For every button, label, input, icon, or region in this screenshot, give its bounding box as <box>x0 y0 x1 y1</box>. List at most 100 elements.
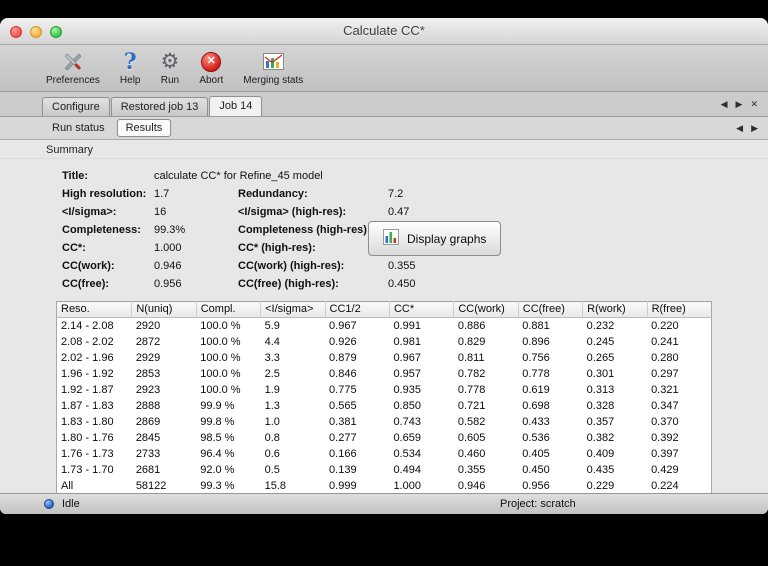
help-button[interactable]: ? Help <box>118 47 143 91</box>
column-header[interactable]: N(uniq) <box>131 301 197 318</box>
preferences-label: Preferences <box>46 75 100 86</box>
column-header[interactable]: CC* <box>389 301 455 318</box>
merging-stats-label: Merging stats <box>243 75 304 86</box>
table-cell: 99.3 % <box>200 480 235 492</box>
table-cell: 0.435 <box>586 464 615 476</box>
subtab-back-icon[interactable]: ◀ <box>736 123 743 134</box>
merging-stats-button[interactable]: Merging stats <box>241 47 305 91</box>
preferences-icon <box>61 48 85 75</box>
cc-work-label: CC(work): <box>62 260 115 272</box>
table-cell: 2.08 - 2.02 <box>61 336 114 348</box>
summary-row: High resolution: 1.7 Redundancy: 7.2 <box>62 185 712 203</box>
table-cell: 1.87 - 1.83 <box>61 400 114 412</box>
run-gear-icon: ⚙ <box>160 50 180 73</box>
table-cell: 0.347 <box>651 400 679 412</box>
table-header-row: Reso. N(uniq) Compl. <I/sigma> CC1/2 CC* CC(wo… <box>56 301 712 318</box>
table-cell: 1.83 - 1.80 <box>61 416 114 428</box>
display-graphs-button[interactable]: Display graphs <box>368 221 502 256</box>
table-cell: 99.8 % <box>200 416 235 428</box>
cc-work-highres-value: 0.355 <box>388 260 416 272</box>
tab-close-icon[interactable]: ✕ <box>750 99 758 110</box>
table-cell: 100.0 % <box>200 320 241 332</box>
table-cell: 1.3 <box>264 400 280 412</box>
table-row[interactable]: All 58122 99.3 % 15.8 0.999 1.000 0.946 0.956 0.… <box>57 478 712 493</box>
table-cell: 0.935 <box>393 384 421 396</box>
job-tab-controls: ◀ ▶ ✕ <box>721 99 758 110</box>
table-cell: 0.460 <box>457 448 486 460</box>
table-row[interactable]: 1.83 - 1.80 2869 99.8 % 1.0 0.381 0.743 0.582 0… <box>57 414 712 430</box>
abort-icon: ✕ <box>201 48 222 75</box>
cc-free-highres-label: CC(free) (high-res): <box>238 278 339 290</box>
column-header[interactable]: Compl. <box>196 301 262 318</box>
table-cell: 0.981 <box>393 336 421 348</box>
table-row[interactable]: 2.14 - 2.08 2920 100.0 % 5.9 0.967 0.991 0.886… <box>57 318 712 335</box>
column-header[interactable]: CC(free) <box>518 301 584 318</box>
run-button[interactable]: ⚙ Run <box>159 47 182 91</box>
cc-star-highres-label: CC* (high-res): <box>238 242 316 254</box>
column-header[interactable]: CC(work) <box>453 301 519 318</box>
cc-work-highres-label: CC(work) (high-res): <box>238 260 345 272</box>
table-row[interactable]: 1.92 - 1.87 2923 100.0 % 1.9 0.775 0.935 0.778… <box>57 382 712 398</box>
help-icon: ? <box>123 48 137 75</box>
table-cell: 2845 <box>135 432 161 444</box>
column-header[interactable]: Reso. <box>56 301 133 318</box>
subtab-forward-icon[interactable]: ▶ <box>751 123 758 134</box>
table-cell: 0.297 <box>651 368 679 380</box>
table-cell: 92.0 % <box>200 464 235 476</box>
table-cell: 0.166 <box>329 448 357 460</box>
close-window-button[interactable] <box>10 26 22 38</box>
table-cell: 0.6 <box>264 448 280 460</box>
cc-star-value: 1.000 <box>154 242 182 254</box>
table-cell: 96.4 % <box>200 448 235 460</box>
table-cell: 2681 <box>135 464 161 476</box>
table-row[interactable]: 2.08 - 2.02 2872 100.0 % 4.4 0.926 0.981 0.829… <box>57 334 712 350</box>
help-label: Help <box>119 75 141 86</box>
column-header[interactable]: R(work) <box>582 301 648 318</box>
table-cell: 0.224 <box>651 480 679 492</box>
tab-job-14[interactable]: Job 14 <box>209 96 263 116</box>
table-cell: 2929 <box>135 352 161 364</box>
high-resolution-value: 1.7 <box>154 188 170 200</box>
preferences-button[interactable]: Preferences <box>44 47 102 91</box>
table-cell: 0.313 <box>586 384 615 396</box>
table-cell: 1.73 - 1.70 <box>61 464 114 476</box>
tab-back-icon[interactable]: ◀ <box>721 99 728 110</box>
results-table: Reso. N(uniq) Compl. <I/sigma> CC1/2 CC* CC(wo… <box>56 301 712 493</box>
subtab-run-status[interactable]: Run status <box>44 120 113 136</box>
minimize-window-button[interactable] <box>30 26 42 38</box>
titlebar[interactable]: Calculate CC* <box>0 18 768 45</box>
tab-configure[interactable]: Configure <box>42 97 110 116</box>
table-cell: 58122 <box>135 480 167 492</box>
job-tabstrip: Configure Restored job 13 Job 14 ◀ ▶ ✕ <box>0 92 768 117</box>
completeness-value: 99.3% <box>154 224 186 236</box>
table-cell: 0.582 <box>457 416 486 428</box>
table-cell: 0.782 <box>457 368 486 380</box>
table-row[interactable]: 2.02 - 1.96 2929 100.0 % 3.3 0.879 0.967 0.811… <box>57 350 712 366</box>
subtab-results[interactable]: Results <box>116 119 172 137</box>
i-sigma-label: <I/sigma>: <box>62 206 117 218</box>
tab-forward-icon[interactable]: ▶ <box>736 99 743 110</box>
summary-section-label: Summary <box>0 140 768 159</box>
table-cell: 0.370 <box>651 416 679 428</box>
high-resolution-label: High resolution: <box>62 188 147 200</box>
completeness-label: Completeness: <box>62 224 141 236</box>
column-header[interactable]: R(free) <box>647 301 712 318</box>
table-cell: 4.4 <box>264 336 280 348</box>
tab-restored-job-13[interactable]: Restored job 13 <box>110 97 209 116</box>
column-header[interactable]: CC1/2 <box>325 301 390 318</box>
zoom-window-button[interactable] <box>50 26 62 38</box>
table-cell: 0.778 <box>457 384 486 396</box>
table-cell: 2.5 <box>264 368 280 380</box>
summary-row: CC(free): 0.956 CC(free) (high-res): 0.4… <box>62 275 712 293</box>
table-cell: 0.301 <box>586 368 615 380</box>
table-row[interactable]: 1.76 - 1.73 2733 96.4 % 0.6 0.166 0.534 0.460 0… <box>57 446 712 462</box>
table-row[interactable]: 1.96 - 1.92 2853 100.0 % 2.5 0.846 0.957 0.782… <box>57 366 712 382</box>
abort-button[interactable]: ✕ Abort <box>197 47 225 91</box>
table-row[interactable]: 1.80 - 1.76 2845 98.5 % 0.8 0.277 0.659 0.605 0… <box>57 430 712 446</box>
column-header[interactable]: <I/sigma> <box>260 301 326 318</box>
table-row[interactable]: 1.73 - 1.70 2681 92.0 % 0.5 0.139 0.494 0.355 0… <box>57 462 712 478</box>
table-cell: 0.721 <box>457 400 486 412</box>
table-cell: 2888 <box>135 400 161 412</box>
table-row[interactable]: 1.87 - 1.83 2888 99.9 % 1.3 0.565 0.850 0.721 0… <box>57 398 712 414</box>
table-cell: 2923 <box>135 384 161 396</box>
